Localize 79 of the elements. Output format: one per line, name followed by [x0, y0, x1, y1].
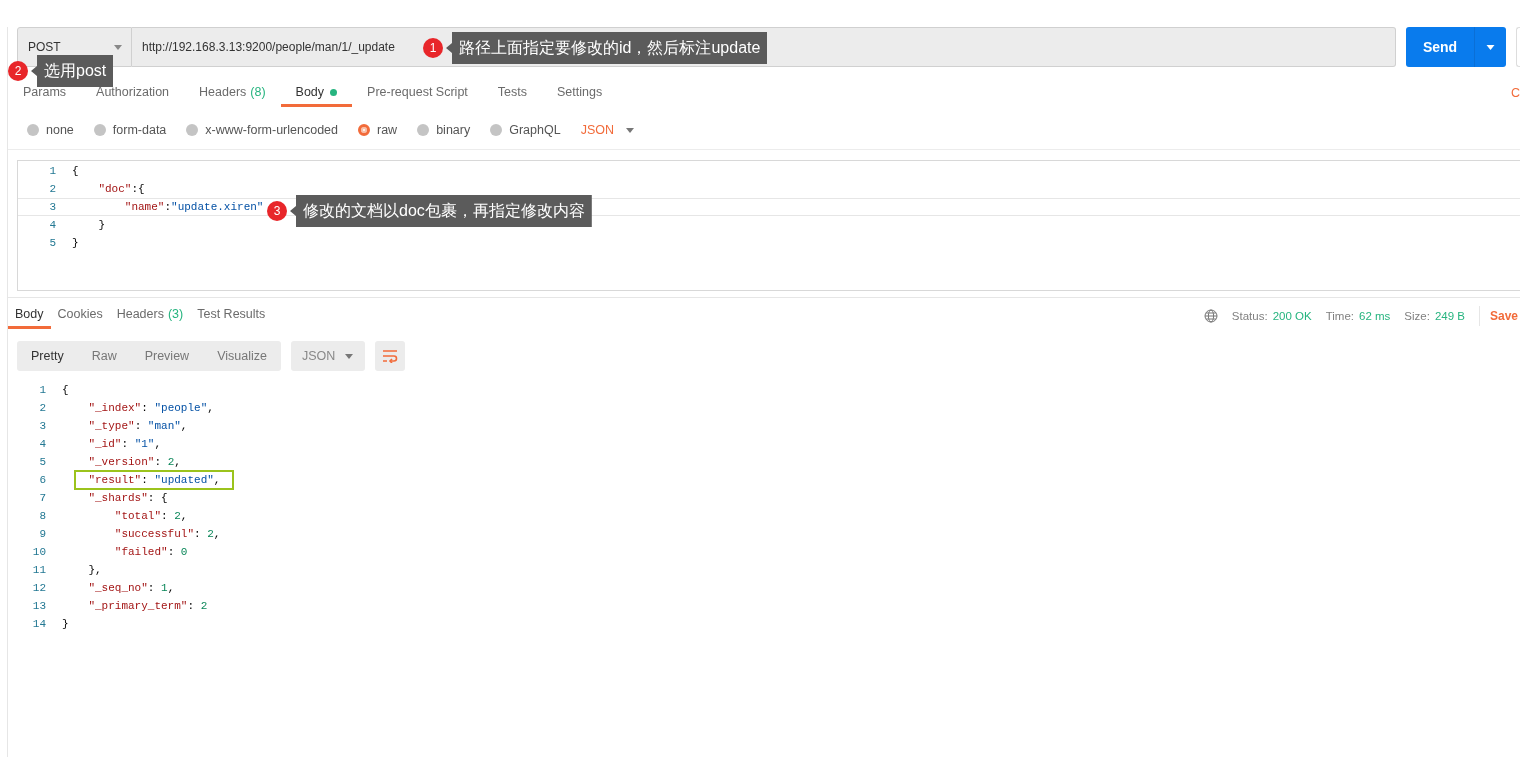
annotation-tooltip: 修改的文档以doc包裹，再指定修改内容	[290, 195, 592, 227]
line-number: 4	[48, 219, 57, 231]
line-number: 5	[38, 456, 47, 468]
response-tab[interactable]: Body	[8, 302, 51, 329]
code-line: {	[72, 164, 79, 179]
line-number: 2	[38, 402, 47, 414]
code-line: }	[62, 617, 69, 632]
view-mode-tab[interactable]: Raw	[77, 341, 131, 371]
request-tab[interactable]: Settings	[542, 80, 618, 107]
code-line: "_primary_term": 2	[88, 599, 208, 614]
caret-icon	[114, 44, 122, 50]
response-tab[interactable]: Cookies	[50, 302, 110, 329]
code-line: {	[62, 383, 69, 398]
line-number: 1	[38, 384, 47, 396]
code-line: "_seq_no": 1,	[88, 581, 175, 596]
line-number: 12	[31, 582, 47, 594]
line-number: 4	[38, 438, 47, 450]
request-tab[interactable]: Headers (8)	[184, 80, 281, 107]
line-number: 13	[31, 600, 47, 612]
step-number-badge: 2	[8, 61, 28, 81]
body-type-radio[interactable]: raw	[358, 123, 398, 137]
code-line: "_shards": {	[88, 491, 168, 506]
body-type-radio[interactable]: none	[27, 123, 74, 137]
body-type-radio[interactable]: binary	[417, 123, 471, 137]
code-line: "failed": 0	[114, 545, 188, 560]
line-number: 11	[31, 564, 47, 576]
wrap-icon	[381, 349, 398, 363]
format-dropdown[interactable]: JSON	[580, 123, 634, 137]
code-line: "total": 2,	[114, 509, 188, 524]
caret-icon	[625, 127, 634, 133]
globe-icon[interactable]	[1203, 308, 1218, 323]
line-number: 9	[38, 528, 47, 540]
response-tab[interactable]: Test Results	[190, 302, 273, 329]
line-number: 3	[38, 420, 47, 432]
request-tab[interactable]: Body	[280, 80, 353, 107]
code-line: }	[72, 236, 79, 251]
meta-label: Status:	[1231, 309, 1268, 322]
wrap-lines-button[interactable]	[374, 341, 405, 371]
caret-icon	[344, 353, 353, 359]
body-type-radio[interactable]: form-data	[93, 123, 167, 137]
code-line: "_version": 2,	[88, 455, 181, 470]
highlighted-code-line: "result": "updated",	[76, 472, 233, 488]
body-type-radio[interactable]: x-www-form-urlencoded	[186, 123, 338, 137]
line-number: 10	[31, 546, 47, 558]
view-mode-tab[interactable]: Preview	[130, 341, 204, 371]
line-number: 14	[31, 618, 47, 630]
view-mode-tab[interactable]: Pretty	[17, 341, 78, 371]
code-line: "_id": "1",	[88, 437, 162, 452]
line-number: 7	[38, 492, 47, 504]
code-line: "_index": "people",	[88, 401, 214, 416]
code-line: "successful": 2,	[114, 527, 221, 542]
code-line: }	[98, 218, 105, 233]
view-mode-tab[interactable]: Visualize	[203, 341, 281, 371]
response-format-dropdown[interactable]: JSON	[290, 341, 365, 371]
annotation-tooltip: 选用post	[31, 55, 114, 87]
code-line: "name":"update.xiren"	[124, 200, 264, 215]
line-number: 6	[38, 474, 47, 486]
request-tab[interactable]: Pre-request Script	[352, 80, 483, 107]
line-number: 3	[48, 201, 57, 213]
line-number: 2	[48, 183, 57, 195]
meta-value: 200 OK	[1272, 309, 1312, 322]
step-number-badge: 3	[267, 201, 287, 221]
code-line: },	[88, 563, 102, 578]
code-line: "doc":{	[98, 182, 145, 197]
save-response-link[interactable]: Save	[1478, 305, 1518, 326]
meta-label: Time:	[1325, 309, 1354, 322]
line-number: 8	[38, 510, 47, 522]
request-tab[interactable]: Tests	[482, 80, 542, 107]
response-tab[interactable]: Headers (3)	[109, 302, 191, 329]
meta-value: 249 B	[1434, 309, 1465, 322]
meta-value: 62 ms	[1359, 309, 1391, 322]
meta-label: Size:	[1404, 309, 1430, 322]
line-number: 5	[48, 237, 57, 249]
line-number: 1	[48, 165, 57, 177]
cookies-link[interactable]: C	[1510, 86, 1520, 100]
annotation-tooltip: 路径上面指定要修改的id，然后标注update	[446, 32, 768, 64]
caret-icon	[1486, 44, 1495, 50]
code-line: "_type": "man",	[88, 419, 188, 434]
body-type-radio[interactable]: GraphQL	[490, 123, 561, 137]
